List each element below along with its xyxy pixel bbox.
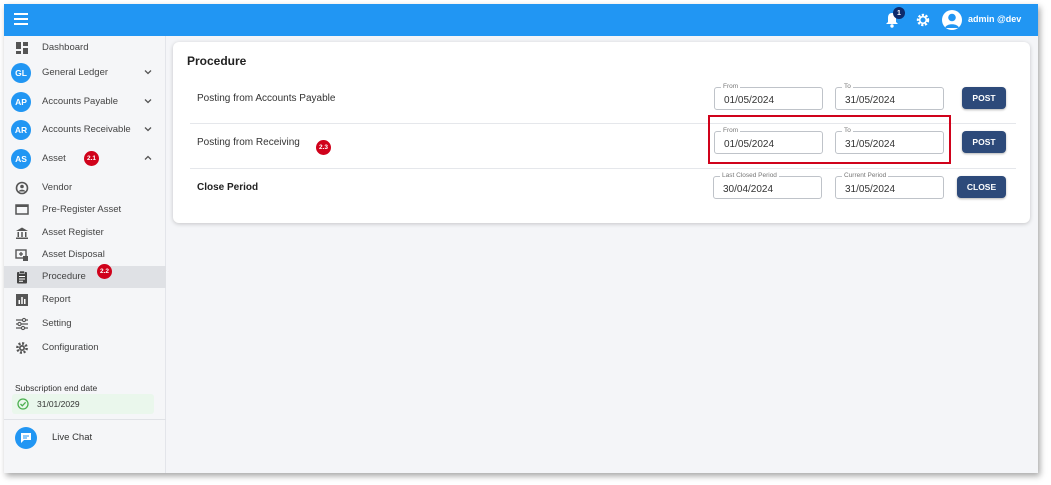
- from-date-field[interactable]: From 01/05/2024: [714, 83, 823, 110]
- to-date-field[interactable]: To 31/05/2024: [835, 83, 944, 110]
- sidebar-item-label: Pre-Register Asset: [42, 204, 122, 215]
- subscription-date-box: 31/01/2029: [12, 394, 154, 414]
- sidebar-item-label: Asset Register: [42, 227, 104, 238]
- sidebar-item-label: Setting: [42, 318, 72, 329]
- sidebar-item-label: Procedure: [42, 271, 86, 282]
- avatar[interactable]: [942, 10, 962, 30]
- step-badge: 2.1: [84, 151, 99, 166]
- sidebar-item-setting[interactable]: Setting: [4, 313, 166, 335]
- page-title: Procedure: [187, 54, 247, 68]
- subscription-label: Subscription end date: [15, 383, 98, 393]
- sliders-icon: [16, 317, 28, 331]
- field-value: 31/05/2024: [845, 184, 896, 195]
- accounts-receivable-avatar: AR: [11, 120, 31, 140]
- highlight-box: [708, 115, 951, 164]
- accounts-payable-avatar: AP: [11, 92, 31, 112]
- sidebar-item-configuration[interactable]: Configuration: [4, 337, 166, 359]
- report-icon: [16, 294, 28, 306]
- clipboard-icon: [17, 270, 27, 284]
- post-button[interactable]: POST: [962, 87, 1006, 109]
- sidebar-item-procedure[interactable]: Procedure 2.2: [4, 264, 166, 288]
- sidebar-item-report[interactable]: Report: [4, 289, 166, 311]
- chevron-down-icon[interactable]: [144, 68, 152, 76]
- chevron-up-icon[interactable]: [144, 154, 152, 162]
- field-legend: To: [842, 83, 853, 90]
- field-legend: Last Closed Period: [720, 172, 779, 179]
- sidebar: Dashboard GL General Ledger AP Accounts …: [4, 36, 166, 473]
- sidebar-item-accounts-payable[interactable]: AP Accounts Payable: [4, 91, 166, 113]
- sidebar-item-label: Vendor: [42, 182, 73, 193]
- sidebar-item-label: Configuration: [42, 342, 99, 353]
- bank-icon: [16, 227, 28, 239]
- gear-icon: [16, 342, 28, 354]
- sidebar-item-asset[interactable]: AS Asset 2.1: [4, 148, 166, 170]
- live-chat-label: Live Chat: [52, 432, 93, 443]
- username[interactable]: admin @dev: [968, 14, 1021, 24]
- field-value: 01/05/2024: [724, 95, 775, 106]
- posting-from-receiving-label: Posting from Receiving: [197, 137, 300, 148]
- chat-icon: [15, 427, 37, 449]
- notification-badge: 1: [893, 7, 905, 19]
- posting-from-accounts-payable-label: Posting from Accounts Payable: [197, 93, 336, 104]
- last-closed-period-field[interactable]: Last Closed Period 30/04/2024: [713, 172, 822, 199]
- app-window: 1 admin @dev Dashboard GL General Ledger: [4, 4, 1038, 473]
- disposal-icon: [15, 249, 28, 261]
- sidebar-item-label: General Ledger: [42, 67, 109, 78]
- chevron-down-icon[interactable]: [144, 97, 152, 105]
- sidebar-item-label: Accounts Payable: [42, 96, 119, 107]
- sidebar-item-asset-register[interactable]: Asset Register: [4, 222, 166, 244]
- close-button[interactable]: CLOSE: [957, 176, 1006, 198]
- user-icon: [945, 13, 959, 28]
- sidebar-item-vendor[interactable]: Vendor: [4, 177, 166, 199]
- general-ledger-avatar: GL: [11, 63, 31, 83]
- top-bar: 1 admin @dev: [4, 4, 1038, 36]
- chevron-down-icon[interactable]: [144, 125, 152, 133]
- sidebar-item-accounts-receivable[interactable]: AR Accounts Receivable: [4, 119, 166, 141]
- field-value: 31/05/2024: [845, 95, 896, 106]
- sidebar-item-label: Asset: [42, 153, 66, 164]
- sidebar-item-label: Asset Disposal: [42, 249, 105, 260]
- field-value: 30/04/2024: [723, 184, 774, 195]
- divider: [4, 419, 166, 420]
- subscription-date: 31/01/2029: [37, 399, 80, 409]
- sidebar-item-asset-disposal[interactable]: Asset Disposal: [4, 244, 166, 266]
- live-chat-button[interactable]: Live Chat: [4, 424, 166, 450]
- sidebar-item-pre-register-asset[interactable]: Pre-Register Asset: [4, 199, 166, 221]
- step-badge: 2.3: [316, 140, 331, 155]
- asset-avatar: AS: [11, 149, 31, 169]
- sidebar-item-label: Accounts Receivable: [42, 124, 131, 135]
- current-period-field[interactable]: Current Period 31/05/2024: [835, 172, 944, 199]
- monitor-icon: [15, 204, 29, 215]
- sidebar-item-general-ledger[interactable]: GL General Ledger: [4, 62, 166, 84]
- row-divider: [190, 168, 1016, 169]
- field-legend: From: [721, 83, 741, 90]
- dashboard-icon: [16, 42, 28, 54]
- close-period-label: Close Period: [197, 182, 259, 193]
- settings-icon[interactable]: [916, 13, 930, 27]
- vendor-icon: [15, 181, 29, 195]
- sidebar-item-label: Dashboard: [42, 42, 89, 53]
- sidebar-item-dashboard[interactable]: Dashboard: [4, 37, 166, 59]
- menu-icon[interactable]: [14, 13, 28, 25]
- sidebar-item-label: Report: [42, 294, 71, 305]
- check-circle-icon: [17, 398, 29, 410]
- procedure-card: Procedure Posting from Accounts Payable …: [173, 42, 1030, 223]
- field-legend: Current Period: [842, 172, 889, 179]
- step-badge: 2.2: [97, 264, 112, 279]
- post-button[interactable]: POST: [962, 131, 1006, 153]
